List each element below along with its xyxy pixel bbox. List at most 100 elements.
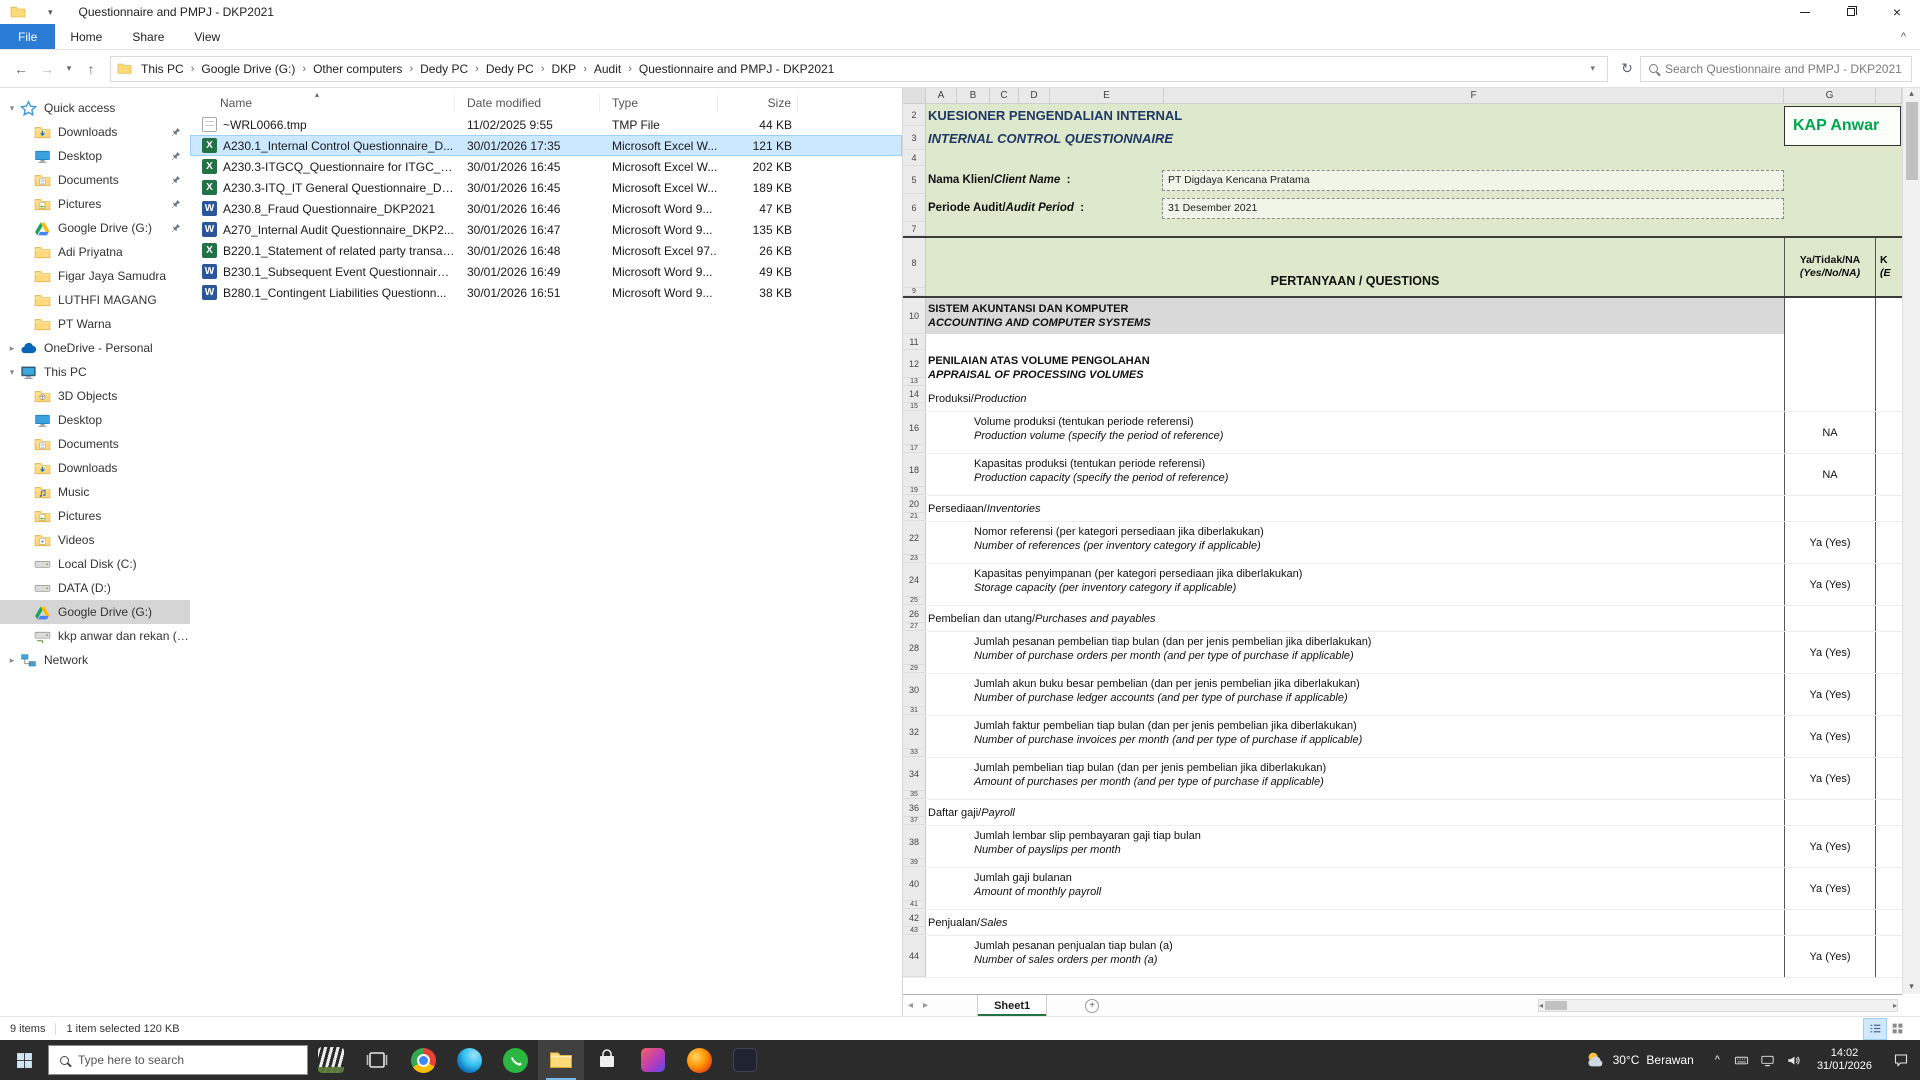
file-explorer-icon[interactable] [538,1040,584,1080]
start-button[interactable] [0,1040,48,1080]
sidebar-item[interactable]: ▾This PC [0,360,190,384]
column-header-C[interactable]: C [990,88,1019,104]
file-row[interactable]: XB220.1_Statement of related party trans… [190,240,902,261]
tray-network-icon[interactable] [1755,1040,1781,1080]
sidebar-item[interactable]: ▾Quick access [0,96,190,120]
store-icon[interactable] [584,1040,630,1080]
chevron-down-icon[interactable]: ▾ [4,103,20,114]
sidebar-item[interactable]: Google Drive (G:) [0,600,190,624]
scroll-up-icon[interactable]: ▴ [1909,88,1914,99]
ribbon-collapse-icon[interactable]: ^ [1887,24,1920,49]
breadcrumb-item[interactable]: Google Drive (G:) [198,62,298,76]
column-header-A[interactable]: A [926,88,957,104]
notification-center-icon[interactable] [1882,1040,1920,1080]
sidebar-item[interactable]: DATA (D:) [0,576,190,600]
sidebar-item[interactable]: Videos [0,528,190,552]
sheet-next-icon[interactable]: ▸ [918,1000,933,1011]
tray-keyboard-icon[interactable] [1729,1040,1755,1080]
sidebar-item[interactable]: Pictures [0,504,190,528]
chevron-down-icon[interactable]: ▾ [4,367,20,378]
column-header-F[interactable]: F [1164,88,1784,104]
scroll-right-icon[interactable]: ▸ [1893,1001,1897,1010]
column-header-date-modified[interactable]: Date modified [455,94,600,112]
scroll-down-icon[interactable]: ▾ [1909,981,1914,992]
sidebar-item[interactable]: Music [0,480,190,504]
file-row[interactable]: XA230.3-ITGCQ_Questionnaire for ITGC_DK.… [190,156,902,177]
sidebar-item[interactable]: Downloads [0,120,190,144]
tray-volume-icon[interactable] [1781,1040,1807,1080]
file-row[interactable]: WB280.1_Contingent Liabilities Questionn… [190,282,902,303]
zebra-image-icon[interactable] [308,1040,354,1080]
refresh-icon[interactable]: ↻ [1614,60,1640,77]
recent-locations-caret[interactable]: ▾ [60,63,78,74]
firefox-icon[interactable] [676,1040,722,1080]
edge-icon[interactable] [446,1040,492,1080]
breadcrumb-item[interactable]: Other computers [310,62,405,76]
sidebar-item[interactable]: Local Disk (C:) [0,552,190,576]
file-row[interactable]: XA230.1_Internal Control Questionnaire_D… [190,135,902,156]
file-row[interactable]: ~WRL0066.tmp11/02/2025 9:55TMP File44 KB [190,114,902,135]
sidebar-item[interactable]: ▸Network [0,648,190,672]
details-view-button[interactable] [1864,1019,1886,1039]
sidebar-item[interactable]: Figar Jaya Samudra [0,264,190,288]
minimize-button[interactable] [1782,0,1828,24]
chrome-icon[interactable] [400,1040,446,1080]
colorful-app-icon[interactable] [630,1040,676,1080]
sidebar-item[interactable]: Downloads [0,456,190,480]
file-row[interactable]: WA230.8_Fraud Questionnaire_DKP202130/01… [190,198,902,219]
sheet-tab[interactable]: Sheet1 [977,995,1047,1016]
column-header-size[interactable]: Size [718,94,798,112]
dark-app-icon[interactable] [722,1040,768,1080]
column-header-type[interactable]: Type [600,94,718,112]
sidebar-item[interactable]: 3D Objects [0,384,190,408]
close-button[interactable]: × [1874,0,1920,24]
chevron-right-icon[interactable]: ▸ [4,655,20,666]
breadcrumb-item[interactable]: Dedy PC [483,62,537,76]
up-button[interactable]: ↑ [78,61,104,77]
tray-expand-icon[interactable]: ^ [1706,1054,1729,1066]
restore-button[interactable] [1828,0,1874,24]
menu-tab-view[interactable]: View [179,24,235,49]
sheet-prev-icon[interactable]: ◂ [903,1000,918,1011]
menu-tab-share[interactable]: Share [117,24,179,49]
column-header-name[interactable]: ▴Name [190,94,455,112]
search-input[interactable]: Search Questionnaire and PMPJ - DKP2021 [1640,56,1912,82]
weather-widget[interactable]: 30°C Berawan [1572,1040,1706,1080]
taskbar-clock[interactable]: 14:02 31/01/2026 [1807,1040,1882,1080]
sidebar-item[interactable]: kkp anwar dan rekan (\\1 [0,624,190,648]
add-sheet-icon[interactable]: + [1085,999,1099,1013]
sidebar-item[interactable]: Desktop [0,408,190,432]
select-all-corner[interactable] [903,88,926,104]
sidebar-item[interactable]: Documents [0,432,190,456]
menu-tab-file[interactable]: File [0,24,55,49]
thumbnails-view-button[interactable] [1886,1019,1908,1039]
breadcrumb-item[interactable]: DKP [549,62,580,76]
sidebar-item[interactable]: PT Warna [0,312,190,336]
column-header-G[interactable]: G [1784,88,1876,104]
column-header-E[interactable]: E [1050,88,1164,104]
breadcrumb-item[interactable]: Audit [591,62,624,76]
chevron-right-icon[interactable]: ▸ [4,343,20,354]
sidebar-item[interactable]: ▸OneDrive - Personal [0,336,190,360]
scrollbar-thumb[interactable] [1906,102,1918,180]
breadcrumb-item[interactable]: This PC [138,62,187,76]
forward-button[interactable]: → [34,61,60,77]
scroll-left-icon[interactable]: ◂ [1539,1001,1543,1010]
sidebar-item[interactable]: Google Drive (G:) [0,216,190,240]
menu-tab-home[interactable]: Home [55,24,117,49]
file-row[interactable]: XA230.3-ITQ_IT General Questionnaire_DK.… [190,177,902,198]
file-row[interactable]: WA270_Internal Audit Questionnaire_DKP2.… [190,219,902,240]
task-view-icon[interactable] [354,1040,400,1080]
whatsapp-icon[interactable] [492,1040,538,1080]
back-button[interactable]: ← [8,61,34,77]
preview-vertical-scrollbar[interactable]: ▴ ▾ [1902,88,1920,994]
address-box[interactable]: This PC›Google Drive (G:)›Other computer… [110,56,1608,82]
breadcrumb-item[interactable]: Questionnaire and PMPJ - DKP2021 [636,62,837,76]
address-history-caret[interactable]: ▾ [1584,63,1601,74]
breadcrumb-item[interactable]: Dedy PC [417,62,471,76]
sidebar-item[interactable]: Adi Priyatna [0,240,190,264]
quick-access-toolbar-caret[interactable]: ▾ [48,7,53,18]
file-row[interactable]: WB230.1_Subsequent Event Questionnaire_.… [190,261,902,282]
column-header-D[interactable]: D [1019,88,1050,104]
sidebar-item[interactable]: LUTHFI MAGANG [0,288,190,312]
